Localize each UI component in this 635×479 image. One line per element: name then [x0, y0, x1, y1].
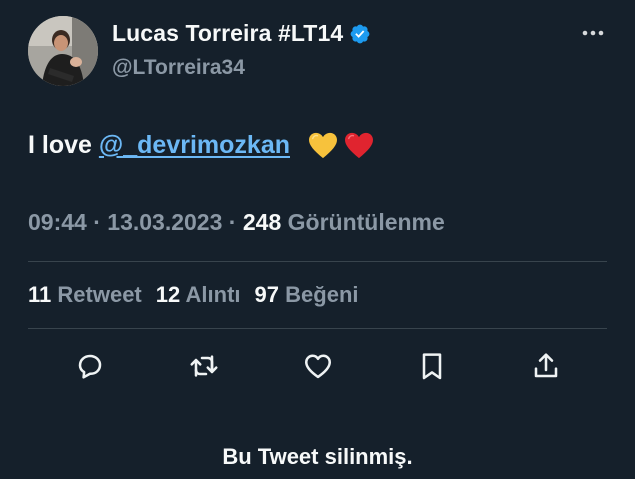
divider	[28, 328, 607, 329]
author-handle[interactable]: @LTorreira34	[112, 56, 245, 80]
retweet-icon[interactable]	[188, 350, 220, 382]
tweet-time[interactable]: 09:44	[28, 209, 87, 235]
deleted-tweet-notice: Bu Tweet silinmiş.	[222, 444, 413, 469]
bookmark-icon[interactable]	[416, 350, 448, 382]
author-name-row: Lucas Torreira #LT14	[112, 20, 371, 47]
meta-separator: ·	[93, 209, 101, 235]
retweets-label: Retweet	[57, 282, 142, 307]
quotes-stat[interactable]: 12 Alıntı	[156, 282, 241, 308]
mention-link[interactable]: @_devrimozkan	[99, 131, 290, 160]
avatar[interactable]	[28, 16, 98, 86]
retweets-stat[interactable]: 11 Retweet	[28, 282, 142, 308]
like-icon[interactable]	[302, 350, 334, 382]
views-count: 248	[242, 209, 282, 235]
tweet-stats: 11 Retweet 12 Alıntı 97 Beğeni	[28, 282, 359, 308]
tweet-actions	[0, 346, 635, 386]
tweet-date[interactable]: 13.03.2023	[107, 209, 222, 235]
profile-photo-icon	[28, 16, 98, 86]
likes-label: Beğeni	[285, 282, 359, 307]
likes-count: 97	[254, 282, 280, 307]
share-icon[interactable]	[530, 350, 562, 382]
divider	[28, 261, 607, 262]
yellow-heart-icon	[309, 132, 337, 158]
red-heart-icon	[345, 132, 373, 158]
reply-icon[interactable]	[74, 350, 106, 382]
tweet-meta: 09:44 · 13.03.2023 · 248 Görüntülenme	[28, 209, 445, 236]
tweet-text-prefix: I love	[28, 131, 99, 159]
tweet-text: I love @_devrimozkan	[28, 131, 374, 160]
verified-badge-icon	[350, 24, 370, 43]
quotes-label: Alıntı	[185, 282, 241, 307]
quotes-count: 12	[155, 282, 181, 307]
author-display-name[interactable]: Lucas Torreira #LT14	[112, 20, 343, 47]
views-label: Görüntülenme	[287, 209, 445, 235]
meta-separator: ·	[228, 209, 237, 235]
tweet-header: Lucas Torreira #LT14 @LTorreira34	[28, 16, 615, 88]
likes-stat[interactable]: 97 Beğeni	[255, 282, 359, 308]
retweets-count: 11	[28, 282, 52, 307]
more-options-icon[interactable]	[581, 26, 605, 40]
